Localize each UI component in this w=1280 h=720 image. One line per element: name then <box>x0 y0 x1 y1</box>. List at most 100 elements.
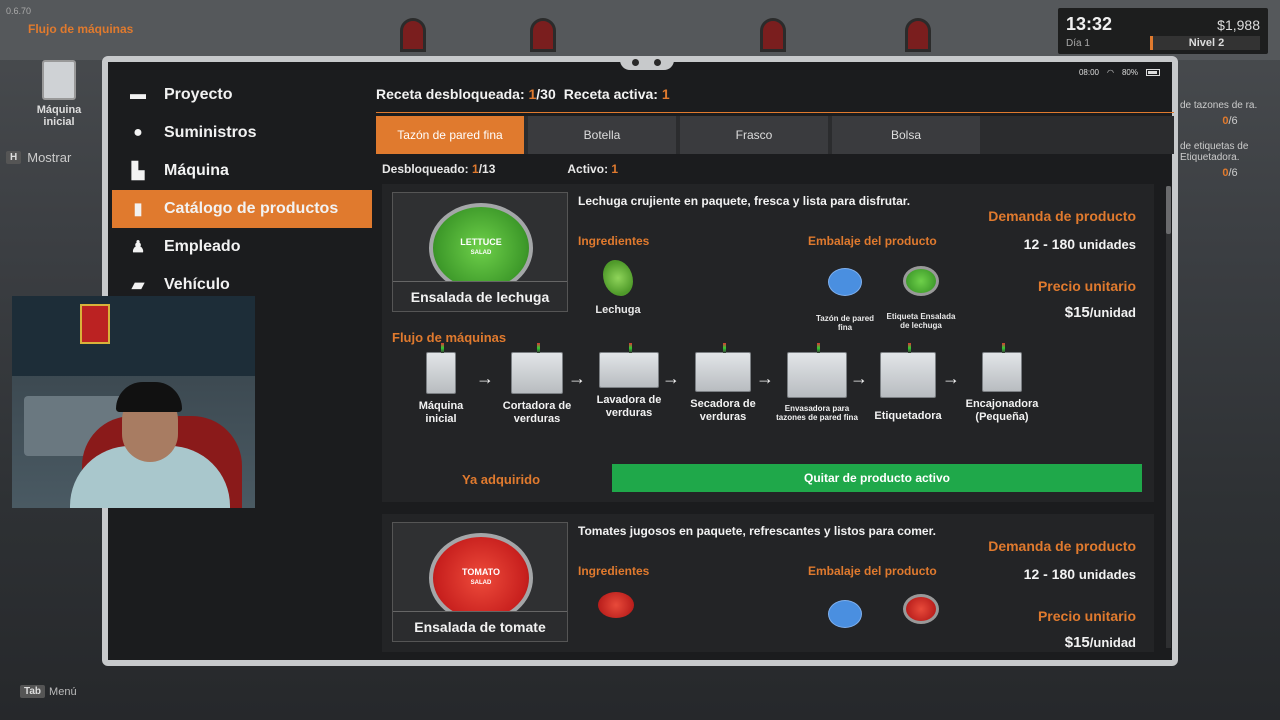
plate-label: TOMATO SALAD <box>462 567 500 586</box>
vehicle-icon: ▰ <box>131 277 145 294</box>
task-text: de etiquetas de Etiquetadora. <box>1180 141 1249 163</box>
product-description: Lechuga crujiente en paquete, fresca y l… <box>578 194 911 208</box>
sidebar-item-label: Vehículo <box>164 276 230 293</box>
tab-thin-wall-bowl[interactable]: Tazón de pared fina <box>376 116 524 154</box>
flow-machine: Máquina inicial <box>402 343 480 426</box>
sidebar-item-supplies[interactable]: ● Suministros <box>112 114 372 152</box>
tab-bottle[interactable]: Botella <box>528 116 676 154</box>
webcam-overlay <box>12 296 255 508</box>
scrollbar-thumb[interactable] <box>1166 186 1171 234</box>
recipe-header: Receta desbloqueada: 1/30 Receta activa:… <box>376 76 1174 116</box>
product-name: Ensalada de lechuga <box>393 281 567 311</box>
machine-icon: ▙ <box>131 163 145 180</box>
plate-label: LETTUCE SALAD <box>460 237 502 256</box>
tomato-icon <box>598 592 634 618</box>
book-icon: ▮ <box>133 201 143 218</box>
arrow-icon: → <box>568 368 586 388</box>
sidebar-item-label: Máquina <box>164 162 229 179</box>
battery-icon <box>1146 69 1160 76</box>
packaging-label: Embalaje del producto <box>808 564 937 578</box>
arrow-icon: → <box>756 368 774 388</box>
flow-machine: Secadora de verduras <box>682 343 764 424</box>
menu-label: Menú <box>49 685 77 698</box>
product-name: Ensalada de tomate <box>393 611 567 641</box>
background-door <box>400 18 426 52</box>
hud-machine-card[interactable]: Máquina inicial <box>22 60 96 128</box>
game-time: 13:32 <box>1066 14 1113 34</box>
task-progress: 0/6 <box>1222 115 1238 127</box>
tab-bag[interactable]: Bolsa <box>832 116 980 154</box>
header-divider <box>376 112 1174 113</box>
sidebar-item-label: Suministros <box>164 124 257 141</box>
tab-jar[interactable]: Frasco <box>680 116 828 154</box>
webcam-background <box>12 296 255 376</box>
game-day: Día 1 <box>1066 38 1090 49</box>
camera-icon <box>654 59 661 66</box>
product-list[interactable]: LETTUCE SALAD Ensalada de lechuga Lechug… <box>382 184 1162 652</box>
tomato-icon: ● <box>133 124 143 141</box>
sidebar: ▬ Proyecto ● Suministros ▙ Máquina ▮ Cat… <box>112 76 372 304</box>
task-item: de tazones de ra. 0/6 <box>1180 100 1280 127</box>
product-card: TOMATO SALAD Ensalada de tomate Tomates … <box>382 514 1154 652</box>
tomato-salad-icon: TOMATO SALAD <box>429 533 533 623</box>
price-label: Precio unitario <box>1037 278 1136 294</box>
hud-machine-label: Máquina inicial <box>36 104 82 128</box>
task-text: de tazones de ra. <box>1180 100 1258 111</box>
flow-machine: Etiquetadora <box>866 343 950 423</box>
price-label: Precio unitario <box>1037 608 1136 624</box>
arrow-icon: → <box>942 368 960 388</box>
hud-flow-title: Flujo de máquinas <box>28 22 134 36</box>
flow-machine: Envasadora para tazones de pared fina <box>774 343 860 422</box>
sidebar-item-machine[interactable]: ▙ Máquina <box>112 152 372 190</box>
ingredient-item: Lechuga <box>590 260 646 316</box>
demand-value: 12 - 180 unidades <box>1023 236 1136 252</box>
product-description: Tomates jugosos en paquete, refrescantes… <box>578 524 936 538</box>
demand-label: Demanda de producto <box>988 208 1136 224</box>
key-hint-tab: Tab <box>20 685 46 698</box>
acquired-status: Ya adquirido <box>462 472 541 487</box>
sidebar-item-employee[interactable]: ♟ Empleado <box>112 228 372 266</box>
sidebar-item-label: Empleado <box>164 238 241 255</box>
tab-active: Activo: 1 <box>567 162 619 176</box>
product-stats: Demanda de producto 12 - 180 unidades Pr… <box>988 208 1136 321</box>
bowl-packer-icon <box>787 343 847 398</box>
background-door <box>760 18 786 52</box>
tab-summary: Desbloqueado: 1/13 Activo: 1 <box>382 162 618 176</box>
flow-machine: Lavadora de verduras <box>588 343 670 420</box>
packaging-label: Embalaje del producto <box>808 234 937 248</box>
employee-icon: ♟ <box>130 239 146 256</box>
vegetable-cutter-icon <box>511 343 563 394</box>
packaging-item <box>886 594 956 624</box>
level-badge: Nivel 2 <box>1150 36 1260 50</box>
show-label: Mostrar <box>27 150 72 165</box>
label-icon <box>903 594 939 624</box>
product-card: LETTUCE SALAD Ensalada de lechuga Lechug… <box>382 184 1154 502</box>
packaging-item: Tazón de pared fina <box>812 268 878 332</box>
packaging-item <box>812 600 878 628</box>
flow-title: Flujo de máquinas <box>392 330 507 345</box>
background-door <box>905 18 931 52</box>
packaging-item: Etiqueta Ensalada de lechuga <box>886 266 956 330</box>
show-toggle[interactable]: H Mostrar <box>6 150 71 165</box>
flow-machine: Encajonadora (Pequeña) <box>960 343 1044 424</box>
sidebar-item-project[interactable]: ▬ Proyecto <box>112 76 372 114</box>
sidebar-item-catalog[interactable]: ▮ Catálogo de productos <box>112 190 372 228</box>
menu-hint[interactable]: Tab Menú <box>20 685 77 698</box>
catalog-main: Receta desbloqueada: 1/30 Receta activa:… <box>376 76 1174 654</box>
vegetable-washer-icon <box>599 343 659 388</box>
money-display: $1,988 <box>1217 17 1260 33</box>
price-value: $15/unidad <box>1064 634 1136 651</box>
flow-machine: Cortadora de verduras <box>498 343 576 426</box>
tablet-panel: 08:00 ◠ 80% ▬ Proyecto ● Suministros ▙ M… <box>102 56 1178 666</box>
remove-active-product-button[interactable]: Quitar de producto activo <box>612 464 1142 492</box>
sidebar-item-label: Catálogo de productos <box>164 200 339 217</box>
ingredients-label: Ingredientes <box>578 234 650 248</box>
product-thumbnail: LETTUCE SALAD Ensalada de lechuga <box>392 192 568 312</box>
product-thumbnail: TOMATO SALAD Ensalada de tomate <box>392 522 568 642</box>
task-progress: 0/6 <box>1222 167 1238 179</box>
starter-machine-icon <box>426 343 456 394</box>
demand-value: 12 - 180 unidades <box>1023 566 1136 582</box>
product-list-scrollbar[interactable] <box>1166 186 1171 648</box>
package-tabs: Tazón de pared fina Botella Frasco Bolsa <box>376 116 1174 154</box>
vegetable-dryer-icon <box>695 343 751 392</box>
